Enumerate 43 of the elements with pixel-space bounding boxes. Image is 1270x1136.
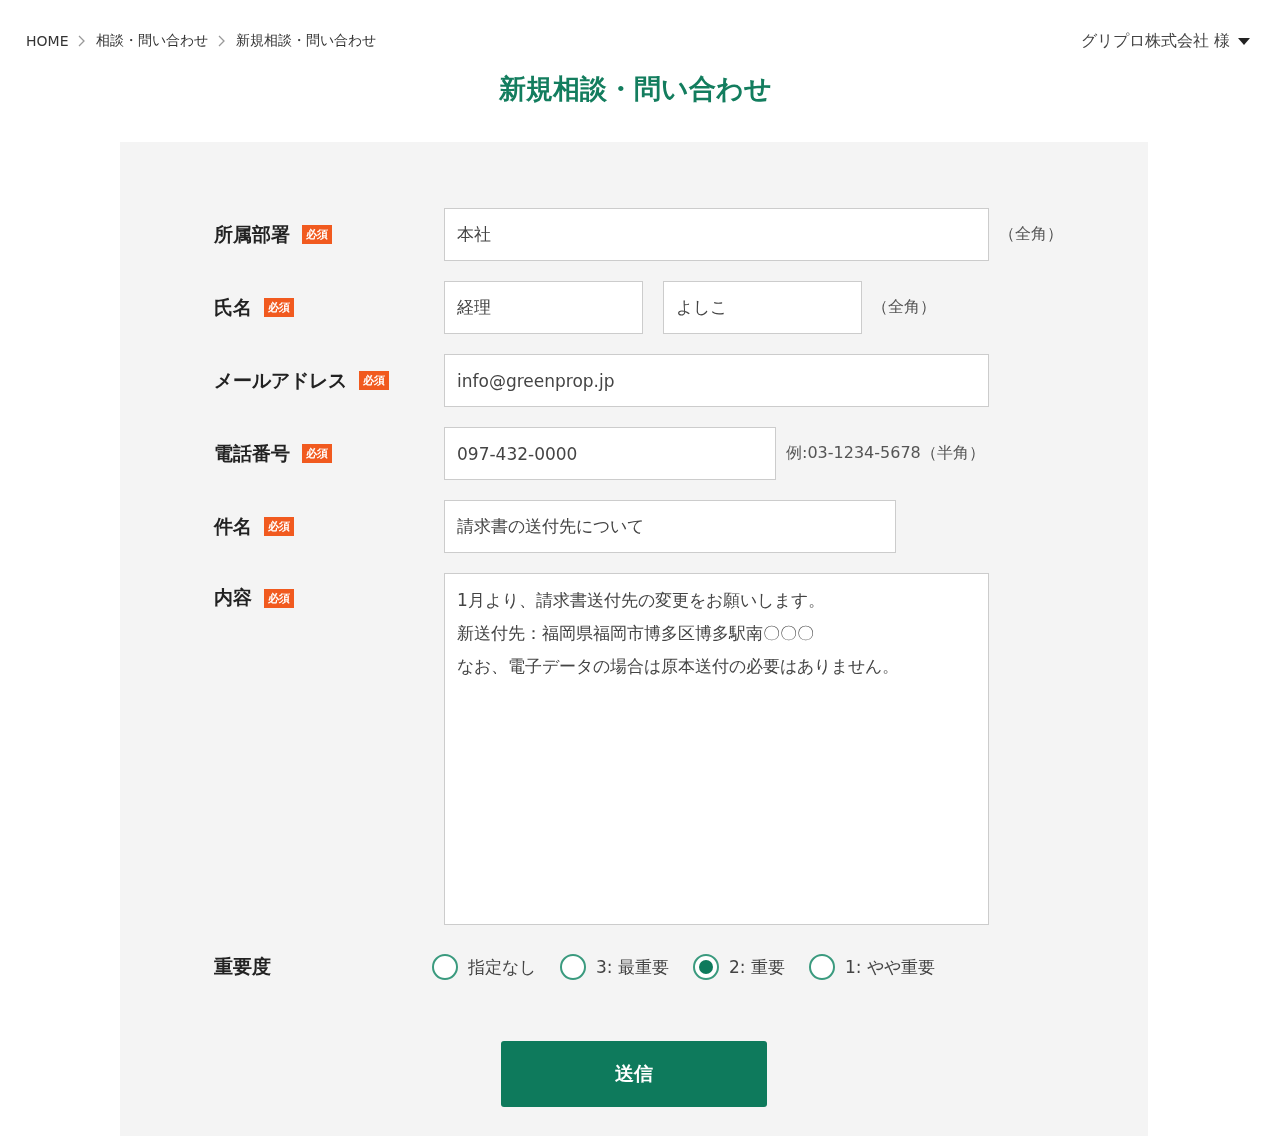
input-field[interactable]: よしこ xyxy=(663,281,862,334)
breadcrumb-link[interactable]: 新規相談・問い合わせ xyxy=(236,32,377,50)
page-title: 新規相談・問い合わせ xyxy=(497,72,773,106)
field-label: 内容 xyxy=(214,585,252,610)
field-hint: （全角） xyxy=(999,224,1063,245)
input-field[interactable]: info@greenprop.jp xyxy=(444,354,989,407)
field-label: 重要度 xyxy=(214,954,271,979)
required-badge: 必須 xyxy=(302,444,332,463)
radio-option[interactable]: 2: 重要 xyxy=(692,954,785,980)
radio-option[interactable]: 指定なし xyxy=(432,954,536,980)
breadcrumb-link[interactable]: HOME xyxy=(26,33,69,49)
required-badge: 必須 xyxy=(264,517,294,536)
field-label: 氏名 xyxy=(214,294,252,320)
required-badge: 必須 xyxy=(264,298,294,317)
field-label: 所属部署 xyxy=(214,221,290,247)
text-line: 1月より、請求書送付先の変更をお願いします。 xyxy=(457,589,825,612)
required-badge: 必須 xyxy=(359,371,389,390)
field-hint: （全角） xyxy=(872,297,936,318)
input-field[interactable]: 097-432-0000 xyxy=(444,427,776,480)
field-label: 電話番号 xyxy=(214,440,290,466)
field-hint: 例:03-1234-5678（半角） xyxy=(786,443,985,464)
radio-button[interactable] xyxy=(432,954,458,980)
radio-option[interactable]: 1: やや重要 xyxy=(808,954,935,980)
radio-button[interactable] xyxy=(692,954,719,980)
required-badge: 必須 xyxy=(264,588,294,608)
breadcrumb-link[interactable]: 相談・問い合わせ xyxy=(96,32,209,50)
radio-button[interactable] xyxy=(808,954,835,980)
radio-button[interactable] xyxy=(560,954,586,980)
input-field[interactable]: 請求書の送付先について xyxy=(444,500,896,553)
submit-button[interactable]: 送信 xyxy=(501,1041,767,1107)
required-badge: 必須 xyxy=(302,225,332,244)
user-menu[interactable]: グリプロ株式会社 様 xyxy=(1080,30,1250,52)
field-label: 件名 xyxy=(214,513,252,539)
input-field[interactable]: 経理 xyxy=(444,281,643,334)
radio-option[interactable]: 3: 最重要 xyxy=(560,954,669,980)
message-field[interactable]: 1月より、請求書送付先の変更をお願いします。 新送付先：福岡県福岡市博多区博多駅南〇〇〇 なお、電子データの場合は原本送付の必要はありません。 xyxy=(444,573,989,925)
caret-icon xyxy=(1238,37,1250,45)
chevron-right-icon xyxy=(78,35,87,47)
chevron-right-icon xyxy=(218,35,227,47)
input-field[interactable]: 本社 xyxy=(444,208,989,261)
field-label: メールアドレス xyxy=(214,367,347,393)
text-line: なお、電子データの場合は原本送付の必要はありません。 xyxy=(457,655,899,678)
text-line: 新送付先：福岡県福岡市博多区博多駅南〇〇〇 xyxy=(457,622,814,645)
